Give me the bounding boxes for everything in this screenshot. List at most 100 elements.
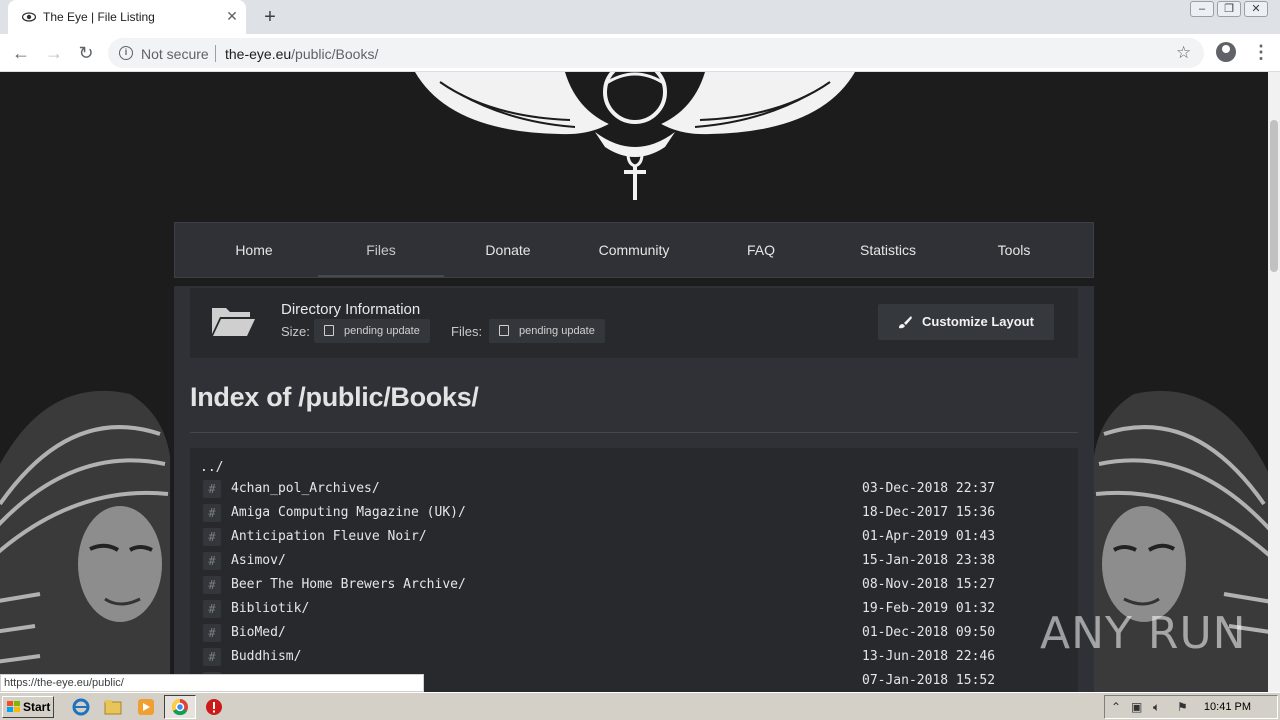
- hash-icon: #: [203, 600, 221, 618]
- hash-icon: #: [203, 552, 221, 570]
- internet-explorer-icon[interactable]: [72, 698, 90, 716]
- parent-directory-link[interactable]: ../: [200, 460, 223, 475]
- page-title: Index of /public/Books/: [190, 382, 479, 412]
- list-item[interactable]: # Bibliotik/ 19-Feb-2019 01:32: [190, 598, 1078, 622]
- close-tab-icon[interactable]: ✕: [224, 8, 240, 24]
- entry-name[interactable]: Buddhism/: [231, 649, 301, 664]
- site-navbar: Home Files Donate Community FAQ Statisti…: [174, 222, 1094, 278]
- nav-donate[interactable]: Donate: [445, 223, 571, 277]
- list-item[interactable]: # BioMed/ 01-Dec-2018 09:50: [190, 622, 1078, 646]
- hash-icon: #: [203, 504, 221, 522]
- entry-date: 18-Dec-2017 15:36: [862, 505, 996, 520]
- url-path: /public/Books/: [291, 46, 379, 62]
- address-bar[interactable]: i Not secure the-eye.eu/public/Books/ ☆: [108, 38, 1204, 68]
- files-value: pending update: [519, 325, 595, 337]
- file-listing: ../ # 4chan_pol_Archives/ 03-Dec-2018 22…: [190, 448, 1078, 692]
- directory-info-title: Directory Information: [281, 301, 421, 318]
- list-item[interactable]: # Asimov/ 15-Jan-2018 23:38: [190, 550, 1078, 574]
- nav-tools[interactable]: Tools: [951, 223, 1077, 277]
- browser-toolbar: ← → ↻ i Not secure the-eye.eu/public/Boo…: [0, 34, 1280, 72]
- url-host: the-eye.eu: [225, 46, 292, 62]
- system-tray: ⌃ ▣ 🔈︎ ⚑ 10:41 PM: [1104, 695, 1278, 719]
- bookmark-star-icon[interactable]: ☆: [1176, 43, 1191, 63]
- window-controls: – ❐ ✕: [1190, 1, 1268, 17]
- paintbrush-icon: [899, 316, 912, 329]
- hash-icon: #: [203, 480, 221, 498]
- entry-date: 01-Apr-2019 01:43: [862, 529, 996, 544]
- window-close-icon[interactable]: ✕: [1244, 1, 1268, 17]
- restore-icon[interactable]: ❐: [1217, 1, 1241, 17]
- scrollbar-thumb[interactable]: [1270, 120, 1278, 272]
- chrome-taskbar-button[interactable]: [164, 695, 196, 719]
- stop-icon[interactable]: [205, 698, 223, 716]
- entry-date: 03-Dec-2018 22:37: [862, 481, 996, 496]
- address-divider: [215, 45, 216, 62]
- url-text[interactable]: the-eye.eu/public/Books/: [225, 46, 378, 62]
- anyrun-watermark: ANY RUN: [1040, 608, 1247, 659]
- entry-name[interactable]: Bibliotik/: [231, 601, 309, 616]
- main-content: Directory Information Size: pending upda…: [174, 286, 1094, 692]
- entry-date: 15-Jan-2018 23:38: [862, 553, 996, 568]
- open-folder-icon: [212, 308, 255, 336]
- network-icon[interactable]: ▣: [1131, 700, 1142, 714]
- flag-icon[interactable]: ⚑: [1177, 700, 1188, 714]
- reload-icon[interactable]: ↻: [75, 42, 97, 64]
- status-bar-url: https://the-eye.eu/public/: [0, 674, 424, 692]
- tray-expand-icon[interactable]: ⌃: [1111, 700, 1121, 714]
- entry-date: 13-Jun-2018 22:46: [862, 649, 996, 664]
- page-scrollbar[interactable]: [1268, 72, 1280, 692]
- entry-date: 19-Feb-2019 01:32: [862, 601, 996, 616]
- list-item[interactable]: # Amiga Computing Magazine (UK)/ 18-Dec-…: [190, 502, 1078, 526]
- entry-name[interactable]: 4chan_pol_Archives/: [231, 481, 380, 496]
- browser-menu-icon[interactable]: ⋮: [1252, 42, 1270, 62]
- forward-arrow-icon[interactable]: →: [43, 42, 65, 64]
- nav-home[interactable]: Home: [191, 223, 317, 277]
- entry-name[interactable]: BioMed/: [231, 625, 286, 640]
- file-icon: [499, 325, 509, 336]
- eye-favicon-icon: [22, 12, 36, 22]
- file-explorer-icon[interactable]: [104, 698, 122, 716]
- pharaoh-background-left: [0, 390, 170, 692]
- chrome-icon: [171, 698, 188, 716]
- hash-icon: #: [203, 576, 221, 594]
- customize-layout-button[interactable]: Customize Layout: [878, 304, 1054, 340]
- hash-icon: #: [203, 624, 221, 642]
- browser-tab[interactable]: The Eye | File Listing ✕: [8, 0, 246, 34]
- windows-logo-icon: [7, 701, 20, 712]
- entry-name[interactable]: Beer The Home Brewers Archive/: [231, 577, 466, 592]
- nav-community[interactable]: Community: [571, 223, 697, 277]
- nav-faq[interactable]: FAQ: [698, 223, 824, 277]
- back-arrow-icon[interactable]: ←: [10, 42, 32, 64]
- minimize-icon[interactable]: –: [1190, 1, 1214, 17]
- entry-name[interactable]: Anticipation Fleuve Noir/: [231, 529, 427, 544]
- volume-icon[interactable]: 🔈︎: [1153, 700, 1160, 715]
- directory-info-panel: Directory Information Size: pending upda…: [190, 288, 1078, 358]
- start-label: Start: [23, 700, 51, 714]
- nav-files[interactable]: Files: [318, 223, 444, 277]
- files-label: Files:: [451, 324, 483, 339]
- list-item[interactable]: # Beer The Home Brewers Archive/ 08-Nov-…: [190, 574, 1078, 598]
- new-tab-button[interactable]: +: [258, 5, 282, 29]
- size-value: pending update: [344, 325, 420, 337]
- profile-avatar-icon[interactable]: [1216, 42, 1236, 62]
- entry-date: 08-Nov-2018 15:27: [862, 577, 996, 592]
- size-label: Size:: [281, 324, 310, 339]
- tab-title: The Eye | File Listing: [43, 10, 155, 24]
- list-item[interactable]: # 4chan_pol_Archives/ 03-Dec-2018 22:37: [190, 478, 1078, 502]
- start-button[interactable]: Start: [2, 696, 54, 718]
- browser-tab-strip: The Eye | File Listing ✕ + – ❐ ✕: [0, 0, 1280, 34]
- nav-statistics[interactable]: Statistics: [825, 223, 951, 277]
- entry-name[interactable]: Amiga Computing Magazine (UK)/: [231, 505, 466, 520]
- info-icon[interactable]: i: [119, 46, 133, 60]
- customize-layout-label: Customize Layout: [922, 314, 1034, 329]
- list-item[interactable]: # Buddhism/ 13-Jun-2018 22:46: [190, 646, 1078, 670]
- entry-name[interactable]: Asimov/: [231, 553, 286, 568]
- size-badge: pending update: [314, 319, 430, 343]
- winged-eye-emblem: [415, 72, 855, 200]
- security-label[interactable]: Not secure: [141, 46, 209, 62]
- title-divider: [190, 432, 1078, 433]
- taskbar: Start ⌃ ▣ 🔈︎ ⚑ 10:41 PM: [0, 692, 1280, 720]
- media-player-icon[interactable]: [137, 698, 155, 716]
- list-item[interactable]: # Anticipation Fleuve Noir/ 01-Apr-2019 …: [190, 526, 1078, 550]
- entry-date: 07-Jan-2018 15:52: [862, 673, 996, 688]
